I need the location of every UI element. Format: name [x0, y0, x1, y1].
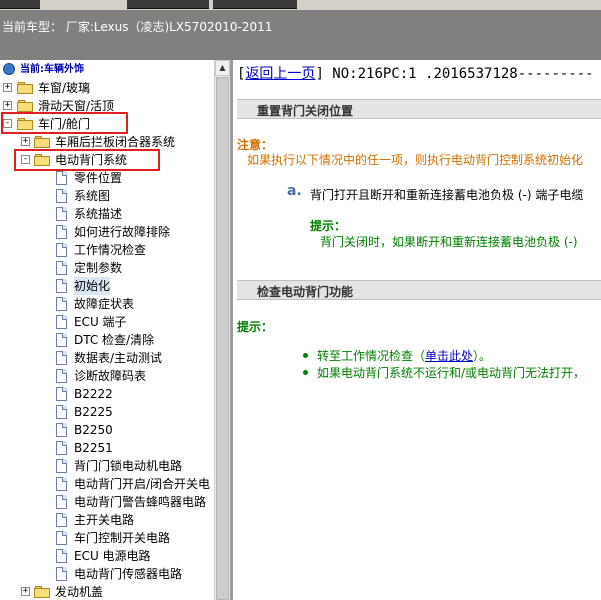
tree-item-label: 定制参数 — [74, 261, 123, 275]
document-icon — [56, 189, 67, 203]
doc-id: NO:216PC:1 .2016537128--------- — [332, 66, 594, 82]
document-icon — [56, 333, 67, 347]
top-toolbar — [0, 0, 601, 10]
document-icon — [56, 441, 67, 455]
document-icon — [56, 261, 67, 275]
tree-item-label: 故障症状表 — [74, 297, 135, 311]
navigation-tree: 当前:车辆外饰 + 车窗/玻璃 + 滑动天窗/活顶 - 车门/舱门 + 车厢后拦板闭合器系统 -… — [0, 60, 214, 600]
bullet-text: 转至工作情况检查（ — [317, 349, 426, 363]
expand-icon[interactable]: + — [21, 587, 30, 596]
document-icon — [56, 423, 67, 437]
document-icon — [56, 549, 67, 563]
document-icon — [56, 351, 67, 365]
tree-scrollbar[interactable]: ▲ — [214, 60, 230, 600]
section-header-check: 检查电动背门功能 — [237, 280, 601, 300]
document-icon — [56, 315, 67, 329]
document-icon — [56, 477, 67, 491]
folder-icon — [34, 136, 50, 148]
document-icon — [56, 531, 67, 545]
tree-item-label: 电动背门开启/闭合开关电 — [74, 477, 211, 491]
content-panel: [返回上一页] NO:216PC:1 .2016537128--------- … — [233, 60, 601, 600]
document-icon — [56, 513, 67, 527]
tree-root-label: 当前:车辆外饰 — [20, 64, 84, 75]
tree-item-label: 车窗/玻璃 — [38, 81, 91, 95]
tree-item-label: 工作情况检查 — [74, 243, 147, 257]
folder-icon — [17, 100, 33, 112]
tree-item-label: 电动背门传感器电路 — [74, 567, 183, 581]
tree-item-label: ECU 电源电路 — [74, 549, 151, 563]
bullet-icon — [303, 353, 308, 358]
scroll-thumb[interactable] — [216, 77, 229, 600]
section-title: 检查电动背门功能 — [257, 285, 354, 299]
tree-item-label: B2250 — [74, 423, 113, 437]
document-icon — [56, 567, 67, 581]
tree-item-label: B2222 — [74, 387, 113, 401]
doc-header: [返回上一页] NO:216PC:1 .2016537128--------- — [237, 66, 594, 82]
expand-icon[interactable]: + — [21, 137, 30, 146]
section-title: 重置背门关闭位置 — [257, 104, 354, 118]
tree-item-label: 初始化 — [74, 277, 111, 295]
document-icon — [56, 243, 67, 257]
tree-item-label: ECU 端子 — [74, 315, 127, 329]
tree-item-label: 数据表/主动测试 — [74, 351, 163, 365]
tree-item-label: 如何进行故障排除 — [74, 225, 171, 239]
globe-icon — [3, 63, 15, 75]
highlight-box — [1, 112, 128, 134]
bullet-icon — [303, 370, 308, 375]
expand-icon[interactable]: + — [3, 101, 12, 110]
click-here-link[interactable]: 单击此处 — [425, 349, 473, 363]
document-icon — [56, 495, 67, 509]
tree-item-label: 系统图 — [74, 189, 111, 203]
tree-item-label: B2225 — [74, 405, 113, 419]
document-icon — [56, 459, 67, 473]
section-header-reset: 重置背门关闭位置 — [237, 99, 601, 119]
folder-icon — [34, 586, 50, 598]
document-icon — [56, 225, 67, 239]
hint-label: 提示： — [310, 219, 347, 233]
tree-item-label: 零件位置 — [74, 171, 123, 185]
bullet-item: 如果电动背门系统不运行和/或电动背门无法打开， — [317, 366, 586, 380]
document-icon — [56, 279, 67, 293]
vehicle-label: 当前车型： 厂家:Lexus（凌志)LX5702010-2011 — [2, 20, 273, 34]
bullet-text: ）。 — [473, 349, 492, 363]
toolbar-button[interactable] — [0, 0, 40, 9]
document-icon — [56, 297, 67, 311]
hint-label: 提示： — [237, 320, 274, 334]
toolbar-button[interactable] — [213, 0, 297, 9]
bullet-item: 转至工作情况检查（单击此处）。 — [317, 347, 491, 364]
scroll-up-arrow-icon[interactable]: ▲ — [215, 60, 230, 76]
expand-icon[interactable]: + — [3, 83, 12, 92]
document-icon — [56, 405, 67, 419]
tree-item-label: 背门门锁电动机电路 — [74, 459, 183, 473]
document-icon — [56, 207, 67, 221]
hint-text: 背门关闭时，如果断开和重新连接蓄电池负极 (-) — [320, 235, 578, 249]
step-text: 背门打开且断开和重新连接蓄电池负极 (-) 端子电缆 — [310, 188, 584, 202]
back-link[interactable]: 返回上一页 — [245, 66, 315, 82]
highlight-box — [14, 149, 160, 171]
folder-icon — [17, 82, 33, 94]
document-icon — [56, 369, 67, 383]
tree-item-label: 车门控制开关电路 — [74, 531, 171, 545]
tree-item-label: DTC 检查/清除 — [74, 333, 155, 347]
tree-item-label: 电动背门警告蜂鸣器电路 — [74, 495, 207, 509]
document-icon — [56, 171, 67, 185]
document-icon — [56, 387, 67, 401]
tree-item-label: 发动机盖 — [55, 585, 104, 599]
step-letter: a. — [287, 183, 302, 199]
caution-text: 如果执行以下情况中的任一项，则执行电动背门控制系统初始化 — [247, 153, 584, 167]
vehicle-bar: 当前车型： 厂家:Lexus（凌志)LX5702010-2011 — [0, 10, 601, 60]
tree-item-label: B2251 — [74, 441, 113, 455]
tree-item-label: 系统描述 — [74, 207, 123, 221]
tree-item-label: 主开关电路 — [74, 513, 135, 527]
toolbar-button[interactable] — [127, 0, 209, 9]
tree-item-label: 诊断故障码表 — [74, 369, 147, 383]
